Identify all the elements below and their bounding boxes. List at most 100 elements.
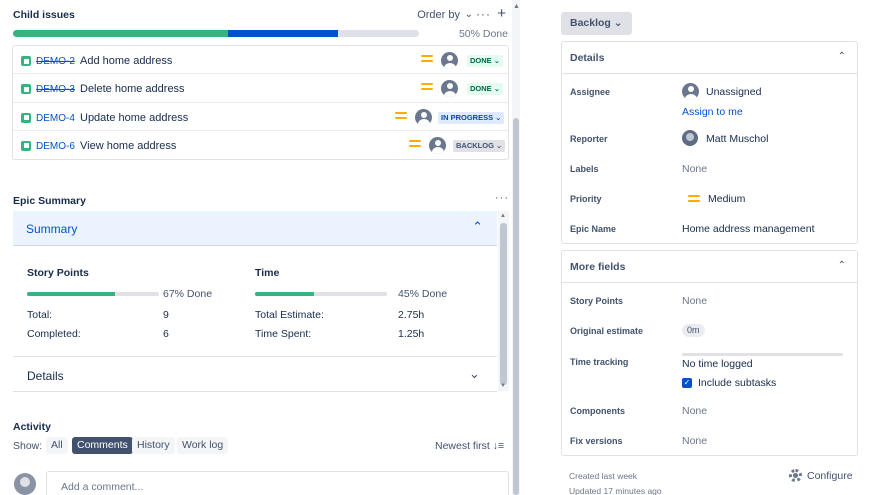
- issue-key-link[interactable]: DEMO-3: [36, 84, 75, 95]
- original-estimate-label: Original estimate: [570, 326, 644, 336]
- created-timestamp: Created last week: [569, 471, 638, 481]
- assignee-value[interactable]: Unassigned: [706, 86, 761, 98]
- time-heading: Time: [255, 267, 280, 279]
- child-issues-progress-bar: [13, 30, 419, 37]
- activity-show-label: Show:: [13, 440, 43, 452]
- configure-button[interactable]: Configure: [807, 470, 853, 482]
- add-child-issue-button[interactable]: +: [497, 5, 506, 22]
- include-subtasks-label[interactable]: Include subtasks: [698, 377, 776, 389]
- filter-work-log-button[interactable]: Work log: [177, 437, 229, 454]
- chevron-down-icon[interactable]: ⌄: [465, 9, 473, 20]
- chevron-down-icon[interactable]: ⌄: [469, 366, 480, 382]
- assign-to-me-link[interactable]: Assign to me: [682, 106, 743, 118]
- filter-history-button[interactable]: History: [132, 437, 175, 454]
- details-accordion-label[interactable]: Details: [27, 369, 64, 383]
- unassigned-avatar-icon[interactable]: [415, 108, 432, 126]
- issue-key-link[interactable]: DEMO-6: [36, 141, 75, 152]
- summary-accordion-header[interactable]: Summary ⌃: [13, 211, 497, 246]
- time-tracking-value[interactable]: No time logged: [682, 358, 753, 370]
- scrollbar-thumb[interactable]: [500, 223, 507, 385]
- status-lozenge[interactable]: DONE ⌄: [467, 55, 504, 67]
- issue-summary[interactable]: Add home address: [80, 55, 172, 67]
- chevron-up-icon[interactable]: ⌃: [838, 51, 846, 62]
- assignee-label: Assignee: [570, 87, 611, 97]
- divider: [13, 391, 497, 392]
- time-progress-fill: [255, 292, 315, 296]
- progress-in-progress-segment: [228, 30, 338, 37]
- priority-medium-icon: [688, 195, 700, 205]
- child-issue-row[interactable]: DEMO-3 Delete home address DONE ⌄: [13, 74, 508, 103]
- epic-summary-scrollbar[interactable]: ▲ ▼: [498, 211, 509, 391]
- time-tracking-bar[interactable]: [682, 353, 843, 356]
- filter-all-button[interactable]: All: [46, 437, 68, 454]
- story-points-label: Story Points: [570, 296, 624, 306]
- scroll-down-arrow-icon[interactable]: ▼: [500, 383, 506, 389]
- time-progress-bar: [255, 292, 387, 296]
- filter-comments-button[interactable]: Comments: [72, 437, 133, 454]
- status-lozenge[interactable]: BACKLOG ⌄: [453, 139, 506, 152]
- more-fields-panel-header[interactable]: More fields ⌃: [562, 251, 857, 283]
- priority-medium-icon: [421, 83, 433, 93]
- time-progress-label: 45% Done: [398, 288, 448, 300]
- status-lozenge[interactable]: DONE ⌄: [467, 83, 504, 96]
- priority-medium-icon: [421, 55, 433, 65]
- child-issue-row[interactable]: DEMO-6 View home address BACKLOG ⌄: [13, 131, 508, 159]
- issue-summary[interactable]: View home address: [80, 140, 176, 152]
- more-icon[interactable]: ···: [476, 7, 491, 21]
- user-avatar: [14, 473, 36, 495]
- child-issues-title: Child issues: [13, 9, 75, 21]
- activity-title: Activity: [13, 421, 51, 433]
- divider: [13, 356, 497, 357]
- scroll-up-arrow-icon[interactable]: ▲: [500, 213, 506, 219]
- fix-versions-label: Fix versions: [570, 436, 623, 446]
- issue-summary[interactable]: Delete home address: [80, 83, 185, 95]
- status-lozenge[interactable]: IN PROGRESS ⌄: [438, 111, 505, 124]
- details-panel: Details ⌃ Assignee Unassigned Assign to …: [561, 41, 858, 244]
- priority-medium-icon: [409, 139, 421, 150]
- story-points-value[interactable]: None: [682, 295, 707, 307]
- chevron-up-icon[interactable]: ⌃: [838, 260, 846, 271]
- status-dropdown-button[interactable]: Backlog ⌄: [561, 12, 632, 35]
- completed-value: 6: [163, 328, 169, 340]
- labels-value[interactable]: None: [682, 163, 707, 175]
- issue-key-link[interactable]: DEMO-4: [36, 113, 75, 124]
- unassigned-avatar-icon[interactable]: [441, 52, 458, 69]
- story-points-progress-fill: [27, 292, 116, 296]
- comment-placeholder: Add a comment...: [61, 481, 144, 493]
- unassigned-avatar-icon[interactable]: [429, 136, 446, 154]
- original-estimate-value[interactable]: 0m: [682, 324, 705, 337]
- issue-key-link[interactable]: DEMO-2: [36, 56, 75, 67]
- details-panel-header[interactable]: Details ⌃: [562, 42, 857, 74]
- priority-value[interactable]: Medium: [708, 193, 745, 205]
- sort-newest-first-button[interactable]: Newest first ↓≡: [435, 440, 504, 452]
- add-comment-input[interactable]: Add a comment...: [46, 471, 509, 495]
- main-scrollbar[interactable]: ▲: [512, 0, 520, 495]
- progress-done-segment: [13, 30, 229, 37]
- include-subtasks-checkbox[interactable]: ✓: [682, 378, 692, 388]
- unassigned-avatar-icon[interactable]: [441, 80, 458, 98]
- child-issues-progress-label: 50% Done: [458, 28, 508, 40]
- scroll-up-arrow-icon[interactable]: ▲: [513, 3, 520, 10]
- order-by-button[interactable]: Order by: [417, 9, 460, 21]
- reporter-label: Reporter: [570, 134, 608, 144]
- priority-label: Priority: [570, 194, 602, 204]
- total-value: 9: [163, 309, 169, 321]
- total-label: Total:: [27, 309, 53, 321]
- reporter-value[interactable]: Matt Muschol: [706, 133, 768, 145]
- scrollbar-thumb[interactable]: [513, 118, 519, 495]
- time-spent-label: Time Spent:: [255, 328, 312, 340]
- epic-name-value[interactable]: Home address management: [682, 223, 815, 235]
- fix-versions-value[interactable]: None: [682, 435, 707, 447]
- story-points-heading: Story Points: [27, 267, 89, 279]
- more-fields-panel-title: More fields: [570, 261, 626, 273]
- child-issue-row[interactable]: DEMO-2 Add home address DONE ⌄: [13, 46, 508, 75]
- details-panel-title: Details: [570, 52, 605, 64]
- child-issue-row[interactable]: DEMO-4 Update home address IN PROGRESS ⌄: [13, 103, 508, 131]
- summary-label: Summary: [26, 222, 78, 236]
- more-icon[interactable]: ···: [495, 192, 509, 204]
- chevron-up-icon[interactable]: ⌃: [472, 219, 483, 235]
- child-issues-header: Child issues Order by ⌄ ··· +: [13, 5, 509, 25]
- issue-summary[interactable]: Update home address: [80, 112, 188, 124]
- gear-icon[interactable]: [789, 469, 802, 482]
- components-value[interactable]: None: [682, 405, 707, 417]
